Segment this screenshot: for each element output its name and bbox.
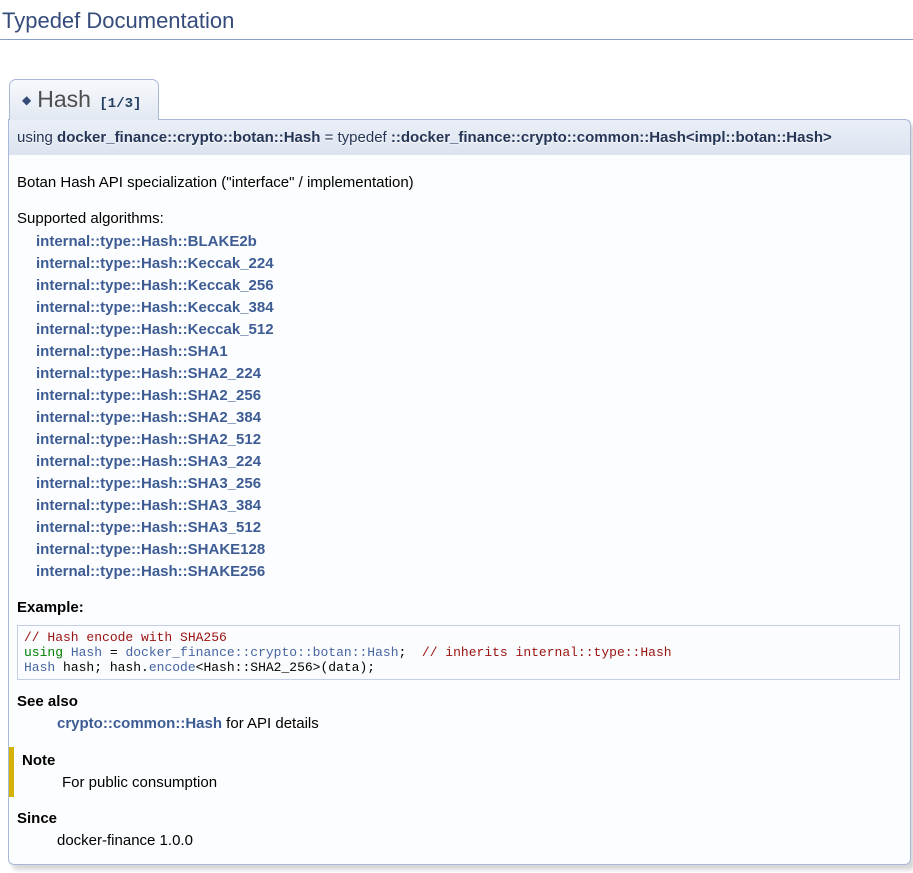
member-declaration: using docker_finance::crypto::botan::Has…: [8, 119, 911, 155]
since-section: Since docker-finance 1.0.0: [17, 809, 900, 850]
algorithm-link[interactable]: internal::type::Hash::Keccak_512: [36, 319, 274, 341]
code-link-encode[interactable]: encode: [149, 660, 196, 675]
algorithm-link[interactable]: internal::type::Hash::SHA3_512: [36, 517, 261, 539]
code-line: // Hash encode with SHA256: [24, 630, 893, 645]
example-heading: Example:: [17, 598, 900, 617]
code-line: using Hash = docker_finance::crypto::bot…: [24, 645, 893, 660]
algorithm-link[interactable]: internal::type::Hash::Keccak_384: [36, 297, 274, 319]
page-title: Typedef Documentation: [0, 6, 913, 40]
decl-target-type: ::docker_finance::crypto::common::Hash<i…: [391, 129, 832, 146]
algorithm-list: internal::type::Hash::BLAKE2b internal::…: [36, 231, 900, 583]
since-heading: Since: [17, 809, 900, 828]
see-also-suffix: for API details: [222, 715, 319, 732]
algorithm-link[interactable]: internal::type::Hash::SHA2_256: [36, 385, 261, 407]
algorithm-link[interactable]: internal::type::Hash::SHA1: [36, 341, 228, 363]
supported-algorithms-label: Supported algorithms:: [17, 209, 900, 228]
note-section: Note For public consumption: [9, 747, 900, 797]
algorithm-link[interactable]: internal::type::Hash::BLAKE2b: [36, 231, 257, 253]
algorithm-link[interactable]: internal::type::Hash::Keccak_224: [36, 253, 274, 275]
example-section: Example:: [17, 598, 900, 617]
permalink-diamond-icon[interactable]: ◆: [22, 93, 31, 107]
code-link-hash[interactable]: Hash: [71, 645, 102, 660]
see-also-section: See also crypto::common::Hash for API de…: [17, 692, 900, 733]
note-heading: Note: [22, 751, 900, 770]
see-also-link[interactable]: crypto::common::Hash: [57, 715, 222, 732]
member-item: using docker_finance::crypto::botan::Has…: [8, 119, 911, 865]
algorithm-link[interactable]: internal::type::Hash::SHA2_384: [36, 407, 261, 429]
algorithm-link[interactable]: internal::type::Hash::SHAKE256: [36, 561, 265, 583]
member-tab-name: Hash: [37, 86, 91, 112]
algorithm-link[interactable]: internal::type::Hash::SHA2_512: [36, 429, 261, 451]
code-comment: // Hash encode with SHA256: [24, 630, 227, 645]
algorithm-link[interactable]: internal::type::Hash::SHA3_256: [36, 473, 261, 495]
algorithm-link[interactable]: internal::type::Hash::Keccak_256: [36, 275, 274, 297]
code-example-block: // Hash encode with SHA256using Hash = d…: [17, 625, 900, 680]
algorithm-link[interactable]: internal::type::Hash::SHA3_384: [36, 495, 261, 517]
code-link-botan-hash[interactable]: docker_finance::crypto::botan::Hash: [125, 645, 398, 660]
code-link-hash[interactable]: Hash: [24, 660, 55, 675]
see-also-heading: See also: [17, 692, 900, 711]
member-documentation: Botan Hash API specialization ("interfac…: [8, 155, 911, 865]
algorithm-link[interactable]: internal::type::Hash::SHAKE128: [36, 539, 265, 561]
decl-equals-typedef: = typedef: [320, 129, 390, 146]
brief-description: Botan Hash API specialization ("interfac…: [17, 173, 900, 192]
member-overload-badge: [1/3]: [99, 96, 141, 112]
code-line: Hash hash; hash.encode<Hash::SHA2_256>(d…: [24, 660, 893, 675]
member-tab: ◆ Hash [1/3]: [9, 79, 159, 120]
algorithm-link[interactable]: internal::type::Hash::SHA3_224: [36, 451, 261, 473]
doxygen-page: Typedef Documentation ◆ Hash [1/3] using …: [0, 6, 913, 873]
code-keyword: using: [24, 645, 63, 660]
note-text: For public consumption: [62, 773, 900, 792]
since-text: docker-finance 1.0.0: [57, 831, 900, 850]
algorithm-link[interactable]: internal::type::Hash::SHA2_224: [36, 363, 261, 385]
typedef-member-block: ◆Hash [1/3] using docker_finance::crypto…: [8, 79, 911, 865]
decl-typedef-name: docker_finance::crypto::botan::Hash: [57, 129, 320, 146]
code-comment: // inherits internal::type::Hash: [422, 645, 672, 660]
decl-using-keyword: using: [17, 129, 57, 146]
see-also-content: crypto::common::Hash for API details: [57, 714, 900, 733]
